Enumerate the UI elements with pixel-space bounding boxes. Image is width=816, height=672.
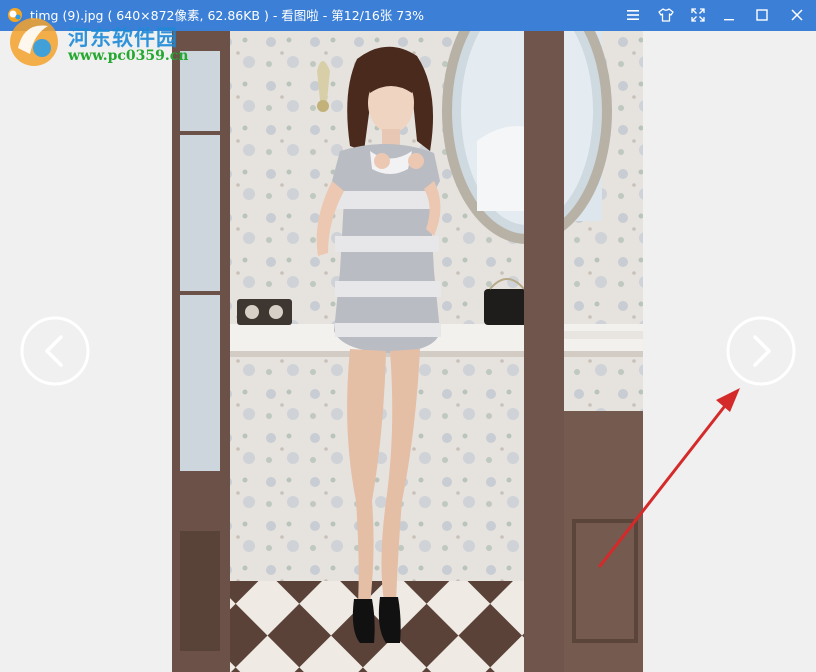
maximize-button[interactable] [751, 5, 773, 25]
title-bar[interactable]: timg (9).jpg ( 640×872像素, 62.86KB ) - 看图… [0, 0, 816, 31]
maximize-icon [756, 9, 768, 21]
next-image-button[interactable] [726, 316, 796, 386]
chevron-right-icon [726, 316, 796, 386]
app-logo-icon [8, 8, 22, 22]
previous-image-button[interactable] [20, 316, 90, 386]
minimize-icon [724, 19, 734, 21]
close-button[interactable] [786, 5, 808, 25]
image-viewer-window: timg (9).jpg ( 640×872像素, 62.86KB ) - 看图… [0, 0, 816, 672]
menu-button[interactable] [622, 5, 644, 25]
displayed-photo[interactable] [172, 31, 643, 672]
watermark-site-url: www.pc0359.cn [68, 48, 189, 64]
shirt-icon [658, 8, 674, 22]
skin-button[interactable] [655, 5, 677, 25]
photo-illustration [172, 31, 643, 672]
fullscreen-button[interactable] [687, 5, 709, 25]
expand-icon [691, 8, 705, 22]
window-title: timg (9).jpg ( 640×872像素, 62.86KB ) - 看图… [30, 8, 425, 23]
close-icon [791, 9, 803, 21]
chevron-left-icon [20, 316, 90, 386]
menu-icon [627, 10, 639, 20]
minimize-button[interactable] [718, 5, 740, 25]
